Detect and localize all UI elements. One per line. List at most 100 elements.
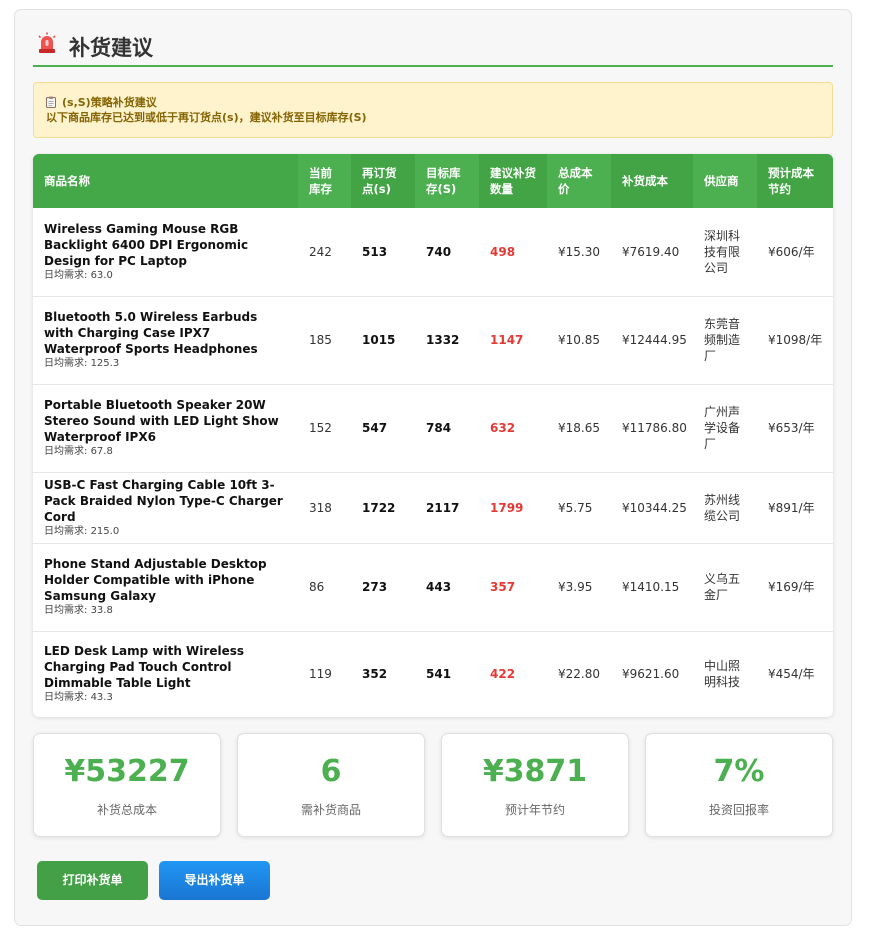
current-stock: 185 <box>298 296 351 385</box>
restock-cost: ¥1410.15 <box>611 543 693 632</box>
saving: ¥454/年 <box>768 667 815 682</box>
unit-cost: ¥22.80 <box>558 667 600 682</box>
panel-header: 补货建议 <box>33 30 833 67</box>
target-stock: 541 <box>426 667 452 682</box>
summary-value: ¥3871 <box>482 754 588 789</box>
suggested-qty: 422 <box>490 667 516 682</box>
product-name: Phone Stand Adjustable Desktop Holder Co… <box>44 557 267 603</box>
product-name: Wireless Gaming Mouse RGB Backlight 6400… <box>44 221 249 268</box>
target-stock: 740 <box>415 208 479 297</box>
target-stock: 1332 <box>415 296 479 385</box>
product-name: USB-C Fast Charging Cable 10ft 3-Pack Br… <box>44 477 283 524</box>
restock-table: 商品名称 当前库存 再订货点(s) 目标库存(S) 建议补货数量 总成本价 补货… <box>33 154 833 717</box>
target-stock: 443 <box>415 543 479 632</box>
summary-label: 投资回报率 <box>708 803 769 817</box>
saving: ¥1098/年 <box>757 296 833 385</box>
suggested-qty: 357 <box>479 543 547 632</box>
summary-annual-saving: ¥3871 预计年节约 <box>441 733 629 837</box>
summary-cards: ¥53227 补货总成本 6 需补货商品 ¥3871 预计年节约 7% 投资回报… <box>33 733 833 837</box>
summary-label: 预计年节约 <box>504 803 565 817</box>
current-stock: 242 <box>298 208 351 297</box>
restock-cost: ¥7619.40 <box>611 208 693 297</box>
supplier: 深圳科技有限公司 <box>693 208 757 297</box>
summary-value: 6 <box>320 754 342 789</box>
reorder-point: 1722 <box>351 472 415 544</box>
unit-cost: ¥10.85 <box>547 296 611 385</box>
supplier: 广州声学设备厂 <box>693 384 757 473</box>
summary-value: 7% <box>713 754 765 789</box>
col-saving[interactable]: 预计成本节约 <box>757 154 833 208</box>
summary-roi: 7% 投资回报率 <box>645 733 833 837</box>
notice-title: (s,S)策略补货建议 <box>46 95 832 110</box>
table-row[interactable]: Portable Bluetooth Speaker 20W Stereo So… <box>33 384 833 473</box>
supplier: 义乌五金厂 <box>693 543 757 632</box>
current-stock: 152 <box>298 384 351 473</box>
restock-cost: ¥11786.80 <box>611 384 693 473</box>
daily-demand: 日均需求: 63.0 <box>44 269 113 281</box>
table-row[interactable]: Wireless Gaming Mouse RGB Backlight 6400… <box>33 208 833 297</box>
current-stock: 119 <box>309 667 332 682</box>
col-unit-cost[interactable]: 总成本价 <box>547 154 611 208</box>
page-title: 补货建议 <box>69 36 153 60</box>
reorder-point: 1015 <box>351 296 415 385</box>
table-header-row: 商品名称 当前库存 再订货点(s) 目标库存(S) 建议补货数量 总成本价 补货… <box>33 154 833 208</box>
daily-demand: 日均需求: 125.3 <box>44 358 120 369</box>
saving: ¥169/年 <box>757 543 833 632</box>
daily-demand: 日均需求: 43.3 <box>44 692 113 704</box>
print-restock-button[interactable]: 打印补货单 <box>37 861 148 900</box>
unit-cost: ¥5.75 <box>547 472 611 544</box>
unit-cost: ¥3.95 <box>547 543 611 632</box>
unit-cost: ¥18.65 <box>547 384 611 473</box>
summary-label: 补货总成本 <box>96 803 157 817</box>
clipboard-icon <box>46 96 56 108</box>
target-stock: 2117 <box>415 472 479 544</box>
strategy-notice: (s,S)策略补货建议 以下商品库存已达到或低于再订货点(s)，建议补货至目标库… <box>33 82 833 138</box>
table-row[interactable]: Bluetooth 5.0 Wireless Earbuds with Char… <box>33 296 833 385</box>
reorder-point: 513 <box>351 208 415 297</box>
current-stock: 86 <box>298 543 351 632</box>
daily-demand: 日均需求: 67.8 <box>44 446 113 457</box>
notice-line-2: 以下商品库存已达到或低于再订货点(s)，建议补货至目标库存(S) <box>46 111 367 124</box>
col-supplier[interactable]: 供应商 <box>693 154 757 208</box>
product-name: Bluetooth 5.0 Wireless Earbuds with Char… <box>44 310 258 356</box>
export-restock-button[interactable]: 导出补货单 <box>159 861 270 900</box>
summary-label: 需补货商品 <box>300 803 361 817</box>
alarm-light-icon <box>38 32 56 53</box>
summary-total-cost: ¥53227 补货总成本 <box>33 733 221 837</box>
col-current-stock[interactable]: 当前库存 <box>298 154 351 208</box>
suggested-qty: 1799 <box>479 472 547 544</box>
col-reorder-point[interactable]: 再订货点(s) <box>351 154 415 208</box>
restock-panel: 补货建议 (s,S)策略补货建议 以下商品库存已达到或低于再订货点(s)，建议补… <box>14 9 852 926</box>
col-product-name[interactable]: 商品名称 <box>33 154 298 208</box>
summary-item-count: 6 需补货商品 <box>237 733 425 837</box>
summary-value: ¥53227 <box>64 754 190 789</box>
daily-demand: 日均需求: 215.0 <box>44 525 120 537</box>
saving: ¥653/年 <box>757 384 833 473</box>
col-restock-cost[interactable]: 补货成本 <box>611 154 693 208</box>
saving: ¥891/年 <box>757 472 833 544</box>
daily-demand: 日均需求: 33.8 <box>44 605 113 616</box>
supplier: 中山照明科技 <box>704 659 741 690</box>
target-stock: 784 <box>415 384 479 473</box>
table-row[interactable]: LED Desk Lamp with Wireless Charging Pad… <box>33 631 833 717</box>
suggested-qty: 632 <box>479 384 547 473</box>
suggested-qty: 1147 <box>479 296 547 385</box>
notice-line-1: (s,S)策略补货建议 <box>62 96 157 109</box>
restock-cost: ¥9621.60 <box>622 667 680 682</box>
col-target-stock[interactable]: 目标库存(S) <box>415 154 479 208</box>
suggested-qty: 498 <box>479 208 547 297</box>
col-suggested-qty[interactable]: 建议补货数量 <box>479 154 547 208</box>
reorder-point: 352 <box>362 667 388 682</box>
table-row[interactable]: USB-C Fast Charging Cable 10ft 3-Pack Br… <box>33 472 833 544</box>
reorder-point: 273 <box>351 543 415 632</box>
saving: ¥606/年 <box>757 208 833 297</box>
supplier: 苏州线缆公司 <box>693 472 757 544</box>
restock-cost: ¥10344.25 <box>611 472 693 544</box>
product-name: Portable Bluetooth Speaker 20W Stereo So… <box>44 398 279 444</box>
unit-cost: ¥15.30 <box>547 208 611 297</box>
supplier: 东莞音频制造厂 <box>693 296 757 385</box>
restock-cost: ¥12444.95 <box>611 296 693 385</box>
reorder-point: 547 <box>351 384 415 473</box>
table-row[interactable]: Phone Stand Adjustable Desktop Holder Co… <box>33 543 833 632</box>
current-stock: 318 <box>298 472 351 544</box>
